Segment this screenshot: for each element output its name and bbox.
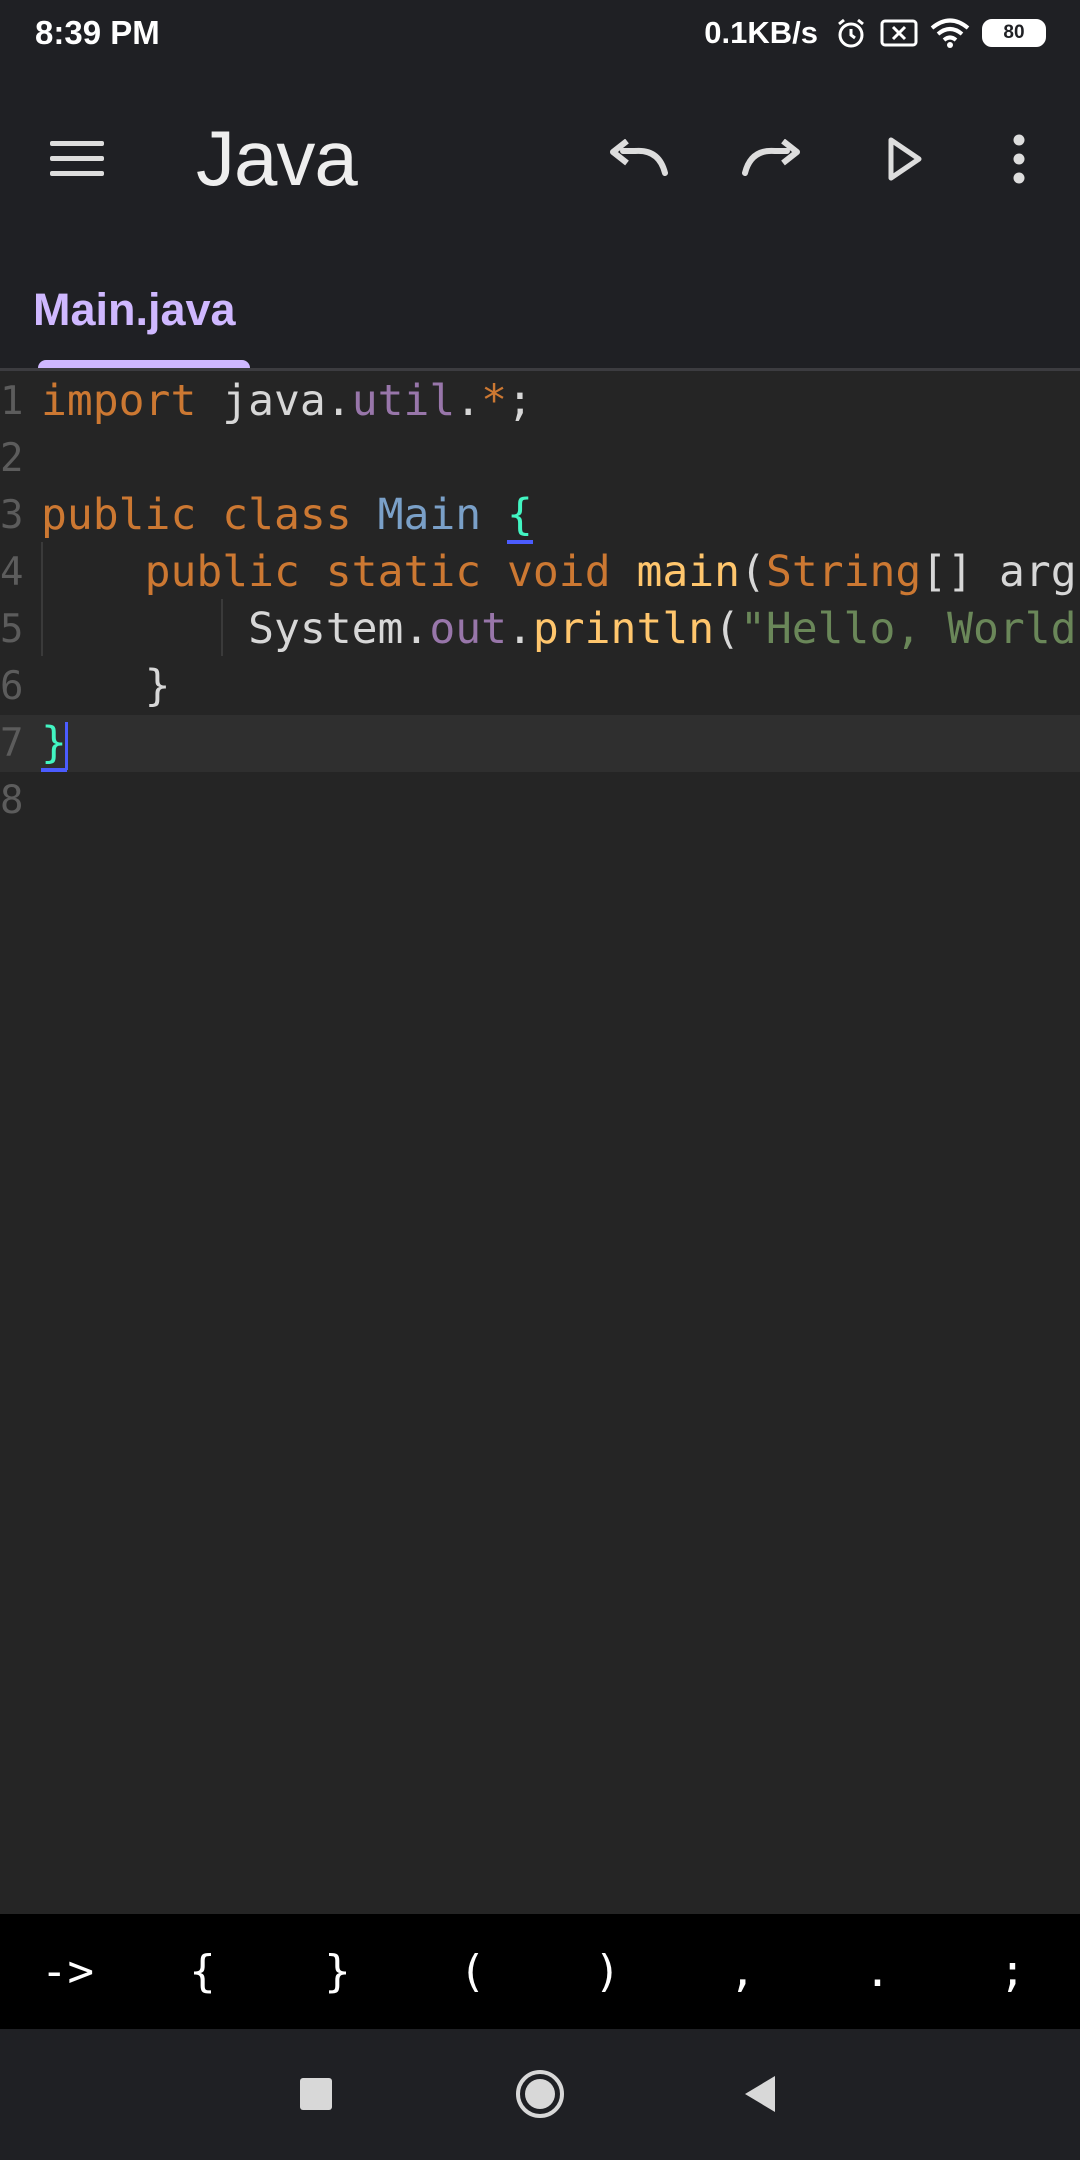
line-code: } xyxy=(41,715,68,772)
more-options-icon[interactable] xyxy=(978,118,1060,200)
status-icons: 0.1KB/s 80 xyxy=(704,12,1046,54)
no-sim-icon xyxy=(880,18,918,48)
run-icon[interactable] xyxy=(864,118,946,200)
line-code: System.out.println("Hello, World xyxy=(248,604,1077,654)
redo-icon[interactable] xyxy=(730,118,812,200)
undo-icon[interactable] xyxy=(598,118,680,200)
code-line: 6 } xyxy=(0,658,1080,715)
tab-label: Main.java xyxy=(33,284,236,335)
back-icon[interactable] xyxy=(725,2059,795,2129)
line-code: public static void main(String[] arg xyxy=(144,547,1077,597)
app-bar: Java xyxy=(0,66,1080,246)
line-code: } xyxy=(144,661,171,711)
symbol-key-open-brace[interactable]: { xyxy=(143,1922,263,2022)
system-nav-bar xyxy=(0,2029,1080,2160)
symbol-key-open-paren[interactable]: ( xyxy=(413,1922,533,2022)
line-number: 6 xyxy=(0,664,24,709)
file-tabs: Main.java xyxy=(0,246,1080,371)
line-number: 1 xyxy=(0,379,24,424)
line-number: 2 xyxy=(0,436,24,481)
line-number: 8 xyxy=(0,778,24,823)
symbol-bar: -> { } ( ) , . ; xyxy=(0,1914,1080,2029)
home-icon[interactable] xyxy=(505,2059,575,2129)
code-line: 5 System.out.println("Hello, World xyxy=(0,601,1080,658)
active-tab-indicator xyxy=(38,360,250,368)
line-number: 4 xyxy=(0,550,24,595)
line-code: import java.util.*; xyxy=(41,376,533,426)
recents-icon[interactable] xyxy=(281,2059,351,2129)
current-code-line: 7 } xyxy=(0,715,1080,772)
line-number: 5 xyxy=(0,607,24,652)
code-line: 3 public class Main { xyxy=(0,487,1080,544)
code-line: 4 public static void main(String[] arg xyxy=(0,544,1080,601)
tab-main-java[interactable]: Main.java xyxy=(30,246,256,368)
matched-bracket: } xyxy=(41,718,67,772)
text-cursor xyxy=(64,721,68,770)
status-bar: 8:39 PM 0.1KB/s 80 xyxy=(0,0,1080,66)
battery-icon: 80 xyxy=(982,19,1046,47)
line-code: public class Main { xyxy=(41,487,533,544)
symbol-key-arrow[interactable]: -> xyxy=(8,1922,128,2022)
symbol-key-comma[interactable]: , xyxy=(683,1922,803,2022)
matched-bracket: { xyxy=(507,490,533,544)
status-time: 8:39 PM xyxy=(35,14,160,51)
code-line: 2 xyxy=(0,430,1080,487)
alarm-icon xyxy=(834,16,868,50)
menu-icon[interactable] xyxy=(40,122,114,196)
line-number: 7 xyxy=(0,721,24,766)
code-line: 1 import java.util.*; xyxy=(0,373,1080,430)
code-line: 8 xyxy=(0,772,1080,829)
page-title: Java xyxy=(196,114,358,202)
wifi-icon xyxy=(930,17,970,49)
symbol-key-close-paren[interactable]: ) xyxy=(548,1922,668,2022)
symbol-key-period[interactable]: . xyxy=(818,1922,938,2022)
symbol-key-close-brace[interactable]: } xyxy=(278,1922,398,2022)
symbol-key-semicolon[interactable]: ; xyxy=(953,1922,1073,2022)
line-number: 3 xyxy=(0,493,24,538)
code-editor[interactable]: 1 import java.util.*; 2 3 public class M… xyxy=(0,371,1080,1914)
network-speed: 0.1KB/s xyxy=(704,15,818,50)
